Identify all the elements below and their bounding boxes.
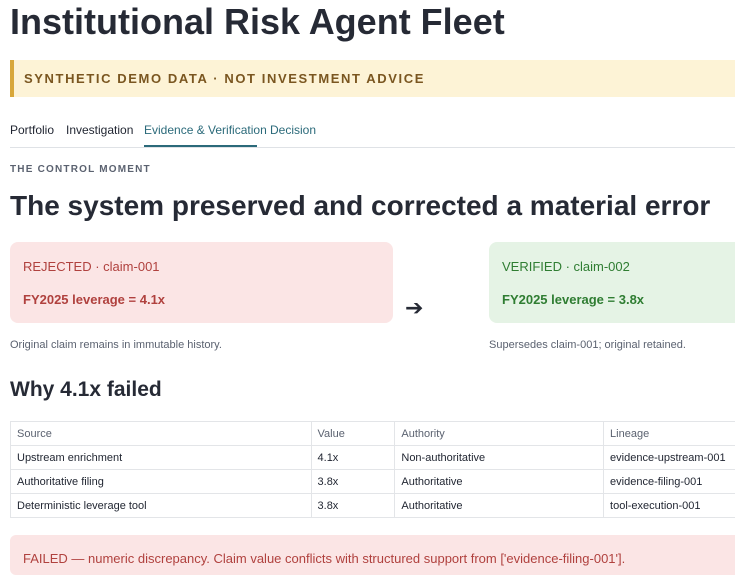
verified-claim-note: Supersedes claim-001; original retained. — [489, 339, 686, 351]
cell-authority: Non-authoritative — [395, 446, 604, 470]
table-header-row: Source Value Authority Lineage — [11, 422, 735, 446]
disclaimer-text: SYNTHETIC DEMO DATA · NOT INVESTMENT ADV… — [24, 71, 425, 86]
table-row: Deterministic leverage tool 3.8x Authori… — [11, 494, 735, 518]
verified-claim-card: VERIFIED · claim-002 FY2025 leverage = 3… — [489, 242, 735, 323]
table-row: Upstream enrichment 4.1x Non-authoritati… — [11, 446, 735, 470]
control-headline: The system preserved and corrected a mat… — [10, 190, 710, 222]
cell-authority: Authoritative — [395, 470, 604, 494]
rejected-claim-card: REJECTED · claim-001 FY2025 leverage = 4… — [10, 242, 393, 323]
rejected-claim-label: REJECTED · claim-001 — [23, 259, 160, 274]
active-tab-indicator — [144, 145, 257, 147]
cell-value: 4.1x — [311, 446, 395, 470]
verified-claim-value: FY2025 leverage = 3.8x — [502, 292, 644, 307]
cell-lineage: evidence-filing-001 — [604, 470, 735, 494]
tab-bar: Portfolio Investigation Evidence & Verif… — [10, 112, 735, 148]
cell-source: Deterministic leverage tool — [11, 494, 312, 518]
column-header-lineage: Lineage — [604, 422, 735, 446]
rejected-claim-value: FY2025 leverage = 4.1x — [23, 292, 165, 307]
evidence-table: Source Value Authority Lineage Upstream … — [10, 421, 735, 518]
verified-claim-label: VERIFIED · claim-002 — [502, 259, 630, 274]
cell-lineage: tool-execution-001 — [604, 494, 735, 518]
cell-source: Authoritative filing — [11, 470, 312, 494]
section-kicker: THE CONTROL MOMENT — [10, 164, 151, 175]
why-failed-heading: Why 4.1x failed — [10, 378, 162, 402]
cell-lineage: evidence-upstream-001 — [604, 446, 735, 470]
column-header-source: Source — [11, 422, 312, 446]
cell-source: Upstream enrichment — [11, 446, 312, 470]
table-row: Authoritative filing 3.8x Authoritative … — [11, 470, 735, 494]
tab-portfolio[interactable]: Portfolio — [10, 123, 54, 137]
column-header-authority: Authority — [395, 422, 604, 446]
cell-authority: Authoritative — [395, 494, 604, 518]
disclaimer-banner: SYNTHETIC DEMO DATA · NOT INVESTMENT ADV… — [10, 60, 735, 97]
arrow-right-icon: ➔ — [405, 295, 423, 321]
failure-alert: FAILED — numeric discrepancy. Claim valu… — [10, 535, 735, 575]
cell-value: 3.8x — [311, 494, 395, 518]
tab-evidence-verification[interactable]: Evidence & Verification — [144, 123, 267, 137]
failure-message: FAILED — numeric discrepancy. Claim valu… — [23, 551, 625, 566]
tab-decision[interactable]: Decision — [270, 123, 316, 137]
page-title: Institutional Risk Agent Fleet — [10, 0, 505, 44]
rejected-claim-note: Original claim remains in immutable hist… — [10, 339, 222, 351]
column-header-value: Value — [311, 422, 395, 446]
cell-value: 3.8x — [311, 470, 395, 494]
tab-investigation[interactable]: Investigation — [66, 123, 133, 137]
